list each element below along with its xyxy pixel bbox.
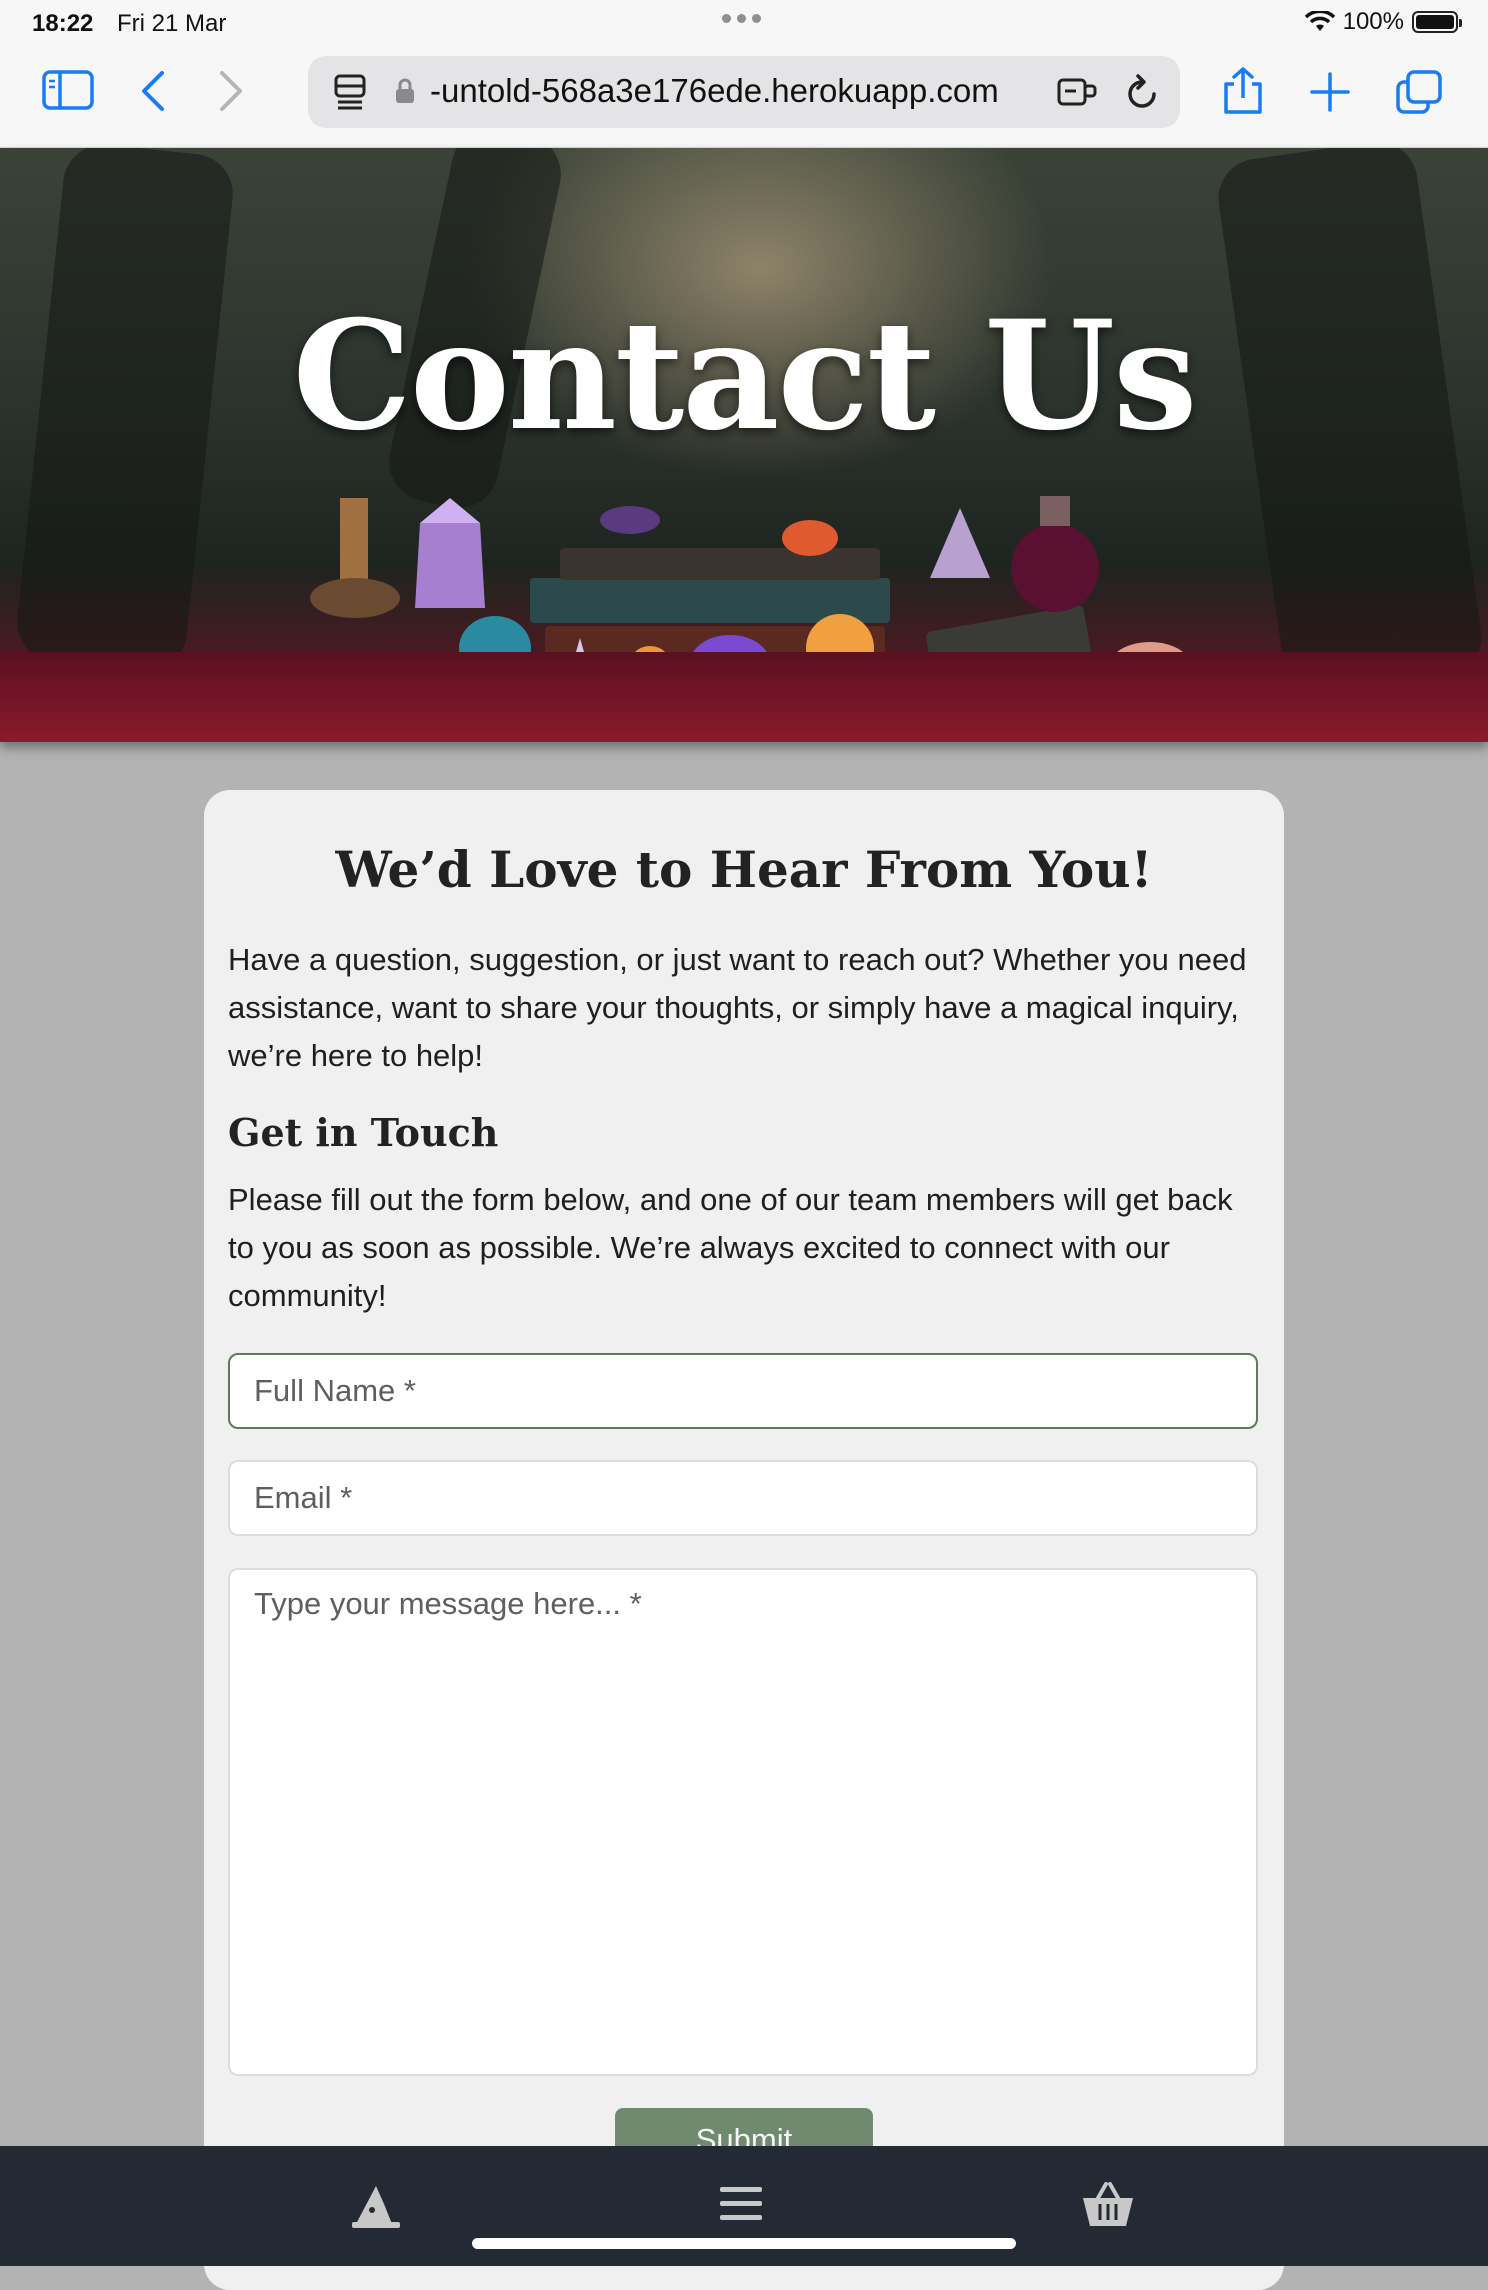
page-menu-icon[interactable]	[334, 74, 366, 110]
contact-intro: Have a question, suggestion, or just wan…	[228, 942, 1247, 1073]
tabs-icon[interactable]	[1396, 70, 1442, 114]
email-input[interactable]	[228, 1460, 1258, 1536]
lock-icon	[394, 77, 416, 105]
status-indicators: 100%	[1304, 8, 1462, 36]
extension-icon[interactable]	[1056, 74, 1098, 110]
forward-icon[interactable]	[218, 70, 244, 112]
status-time: 18:22	[32, 10, 94, 37]
page-title: Contact Us	[292, 288, 1197, 464]
battery-icon	[1412, 11, 1462, 33]
basket-icon[interactable]	[1080, 2180, 1136, 2235]
new-tab-icon[interactable]	[1310, 72, 1350, 112]
browser-chrome: 18:22 Fri 21 Mar 100% -untold-568a3e176e…	[0, 0, 1488, 148]
share-icon[interactable]	[1222, 66, 1264, 116]
back-icon[interactable]	[140, 70, 166, 112]
get-in-touch-heading: Get in Touch	[228, 1110, 499, 1155]
table-surface	[0, 652, 1488, 742]
reload-icon[interactable]	[1124, 72, 1160, 112]
message-textarea[interactable]	[228, 1568, 1258, 2076]
status-date: Fri 21 Mar	[117, 10, 227, 37]
hero-banner: Contact Us	[0, 148, 1488, 742]
url-text[interactable]: -untold-568a3e176ede.herokuapp.com	[430, 72, 999, 110]
home-indicator[interactable]	[472, 2238, 1016, 2249]
sidebar-icon[interactable]	[42, 70, 94, 110]
contact-card: We’d Love to Hear From You! Have a quest…	[204, 790, 1284, 2290]
menu-icon[interactable]	[718, 2184, 764, 2229]
wifi-icon	[1304, 11, 1335, 31]
multitasking-dots-icon[interactable]	[722, 14, 761, 23]
full-name-input[interactable]	[228, 1353, 1258, 1429]
contact-heading: We’d Love to Hear From You!	[335, 840, 1153, 899]
battery-percentage: 100%	[1342, 8, 1404, 35]
contact-instructions: Please fill out the form below, and one …	[228, 1182, 1233, 1313]
wizard-hat-icon[interactable]	[350, 2180, 402, 2237]
